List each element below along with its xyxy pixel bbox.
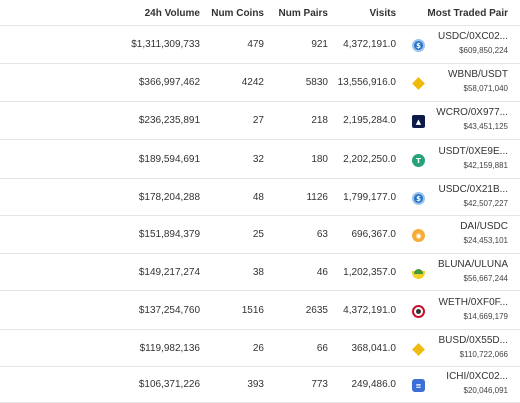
cell-num-pairs: 218 (311, 115, 328, 126)
pair-name-link[interactable]: WETH/0XF0F... (439, 297, 508, 308)
cell-num-coins: 479 (247, 39, 264, 50)
cell-24h-volume: $137,254,760 (138, 305, 200, 316)
cell-num-pairs: 1126 (306, 192, 328, 203)
cell-num-coins: 38 (252, 267, 264, 278)
cell-num-pairs: 921 (311, 39, 328, 50)
pair-volume: $58,071,040 (463, 84, 509, 93)
table-row[interactable]: $137,254,760 1516 2635 4,372,191.0 WETH/0XF0… (0, 291, 520, 330)
bnb-icon (412, 77, 425, 90)
cell-visits: 2,202,250.0 (343, 154, 396, 165)
most-traded-pair[interactable]: ▲ WCRO/0X977... $43,451,125 (412, 107, 508, 137)
cell-num-coins: 393 (247, 379, 264, 390)
most-traded-pair[interactable]: $ USDC/0X21B... $42,507,227 (412, 184, 508, 214)
cell-visits: 696,367.0 (351, 229, 397, 240)
pair-name-link[interactable]: WCRO/0X977... (436, 107, 508, 118)
table-row[interactable]: $189,594,691 32 180 2,202,250.0 T USDT/0XE9E.… (0, 140, 520, 179)
table-row[interactable]: $151,894,379 25 63 696,367.0 ◉ DAI/USDC $24,45… (0, 216, 520, 254)
table-row[interactable]: $1,311,309,733 479 921 4,372,191.0 $ USDC/0XC… (0, 26, 520, 64)
cell-num-pairs: 773 (311, 379, 328, 390)
cell-24h-volume: $149,217,274 (138, 267, 200, 278)
cell-24h-volume: $178,204,288 (138, 192, 200, 203)
cell-num-coins: 27 (252, 115, 264, 126)
usdt-icon: T (412, 154, 425, 167)
pair-volume: $110,722,066 (459, 350, 508, 359)
most-traded-pair[interactable]: ◉ DAI/USDC $24,453,101 (412, 221, 508, 251)
luna-icon (412, 267, 425, 280)
most-traded-pair[interactable]: BLUNA/ULUNA $56,667,244 (412, 259, 508, 289)
cell-num-pairs: 180 (311, 154, 328, 165)
cell-24h-volume: $189,594,691 (138, 154, 200, 165)
most-traded-pair[interactable]: $ USDC/0XC02... $609,850,224 (412, 31, 508, 61)
pair-volume: $43,451,125 (463, 122, 509, 131)
pair-volume: $42,159,881 (463, 161, 509, 170)
pair-name-link[interactable]: BLUNA/ULUNA (438, 259, 508, 270)
cell-num-pairs: 5830 (305, 77, 328, 88)
cell-num-coins: 1516 (241, 305, 264, 316)
pair-name-link[interactable]: USDT/0XE9E... (439, 146, 508, 157)
pair-name-link[interactable]: DAI/USDC (460, 221, 508, 232)
cell-24h-volume: $151,894,379 (138, 229, 200, 240)
cell-num-pairs: 66 (316, 343, 328, 354)
header-24h-volume[interactable]: 24h Volume (145, 8, 200, 19)
pair-name-link[interactable]: WBNB/USDT (448, 69, 508, 80)
cell-24h-volume: $1,311,309,733 (131, 39, 200, 50)
header-visits[interactable]: Visits (370, 8, 397, 19)
cell-visits: 1,202,357.0 (343, 267, 396, 278)
pair-volume: $20,046,091 (463, 386, 509, 395)
most-traded-pair[interactable]: ≡ ICHI/0XC02... $20,046,091 (412, 371, 508, 401)
cell-visits: 249,486.0 (351, 379, 397, 390)
exchanges-table: 24h Volume Num Coins Num Pairs Visits Mo… (0, 0, 520, 403)
cell-visits: 13,556,916.0 (337, 77, 396, 88)
usdc-icon: $ (412, 192, 425, 205)
table-header: 24h Volume Num Coins Num Pairs Visits Mo… (0, 0, 520, 26)
cell-visits: 368,041.0 (351, 343, 397, 354)
cell-24h-volume: $106,371,226 (138, 379, 200, 390)
busd-icon (412, 343, 425, 356)
cell-num-pairs: 63 (316, 229, 328, 240)
cell-num-coins: 32 (252, 154, 264, 165)
cell-num-coins: 25 (252, 229, 264, 240)
cell-num-coins: 26 (252, 343, 264, 354)
pair-volume: $14,669,179 (463, 312, 509, 321)
most-traded-pair[interactable]: WBNB/USDT $58,071,040 (412, 69, 508, 99)
ichi-icon: ≡ (412, 379, 425, 392)
header-num-coins[interactable]: Num Coins (211, 8, 264, 19)
dai-icon: ◉ (412, 229, 425, 242)
cell-visits: 4,372,191.0 (343, 305, 396, 316)
header-most-traded-pair[interactable]: Most Traded Pair (427, 8, 508, 19)
cell-num-pairs: 46 (316, 267, 328, 278)
pair-name-link[interactable]: USDC/0X21B... (439, 184, 508, 195)
pair-volume: $56,667,244 (463, 274, 509, 283)
table-row[interactable]: $366,997,462 4242 5830 13,556,916.0 WBNB/USD… (0, 64, 520, 102)
cell-24h-volume: $119,982,136 (139, 343, 200, 354)
cro-icon: ▲ (412, 115, 425, 128)
cell-24h-volume: $236,235,891 (138, 115, 200, 126)
table-body: $1,311,309,733 479 921 4,372,191.0 $ USDC/0XC… (0, 26, 520, 403)
pair-name-link[interactable]: ICHI/0XC02... (446, 371, 508, 382)
pair-volume: $609,850,224 (459, 46, 508, 55)
cell-visits: 1,799,177.0 (343, 192, 396, 203)
table-row[interactable]: $236,235,891 27 218 2,195,284.0 ▲ WCRO/0X977.… (0, 102, 520, 140)
weth-icon (412, 305, 425, 318)
table-row[interactable]: $178,204,288 48 1126 1,799,177.0 $ USDC/0X21B… (0, 179, 520, 216)
pair-name-link[interactable]: BUSD/0X55D... (439, 335, 508, 346)
most-traded-pair[interactable]: WETH/0XF0F... $14,669,179 (412, 297, 508, 327)
cell-num-coins: 48 (252, 192, 264, 203)
cell-visits: 2,195,284.0 (343, 115, 396, 126)
pair-volume: $42,507,227 (463, 199, 509, 208)
table-row[interactable]: $119,982,136 26 66 368,041.0 BUSD/0X55D... $1… (0, 330, 520, 367)
pair-volume: $24,453,101 (463, 236, 509, 245)
cell-24h-volume: $366,997,462 (138, 77, 200, 88)
pair-name-link[interactable]: USDC/0XC02... (438, 31, 508, 42)
cell-num-pairs: 2635 (305, 305, 328, 316)
most-traded-pair[interactable]: T USDT/0XE9E... $42,159,881 (412, 146, 508, 176)
most-traded-pair[interactable]: BUSD/0X55D... $110,722,066 (412, 335, 508, 365)
cell-num-coins: 4242 (241, 77, 264, 88)
table-row[interactable]: $149,217,274 38 46 1,202,357.0 BLUNA/ULUNA $5… (0, 254, 520, 291)
usdc-icon: $ (412, 39, 425, 52)
table-row[interactable]: $106,371,226 393 773 249,486.0 ≡ ICHI/0XC02..… (0, 367, 520, 403)
header-num-pairs[interactable]: Num Pairs (279, 8, 328, 19)
cell-visits: 4,372,191.0 (343, 39, 396, 50)
